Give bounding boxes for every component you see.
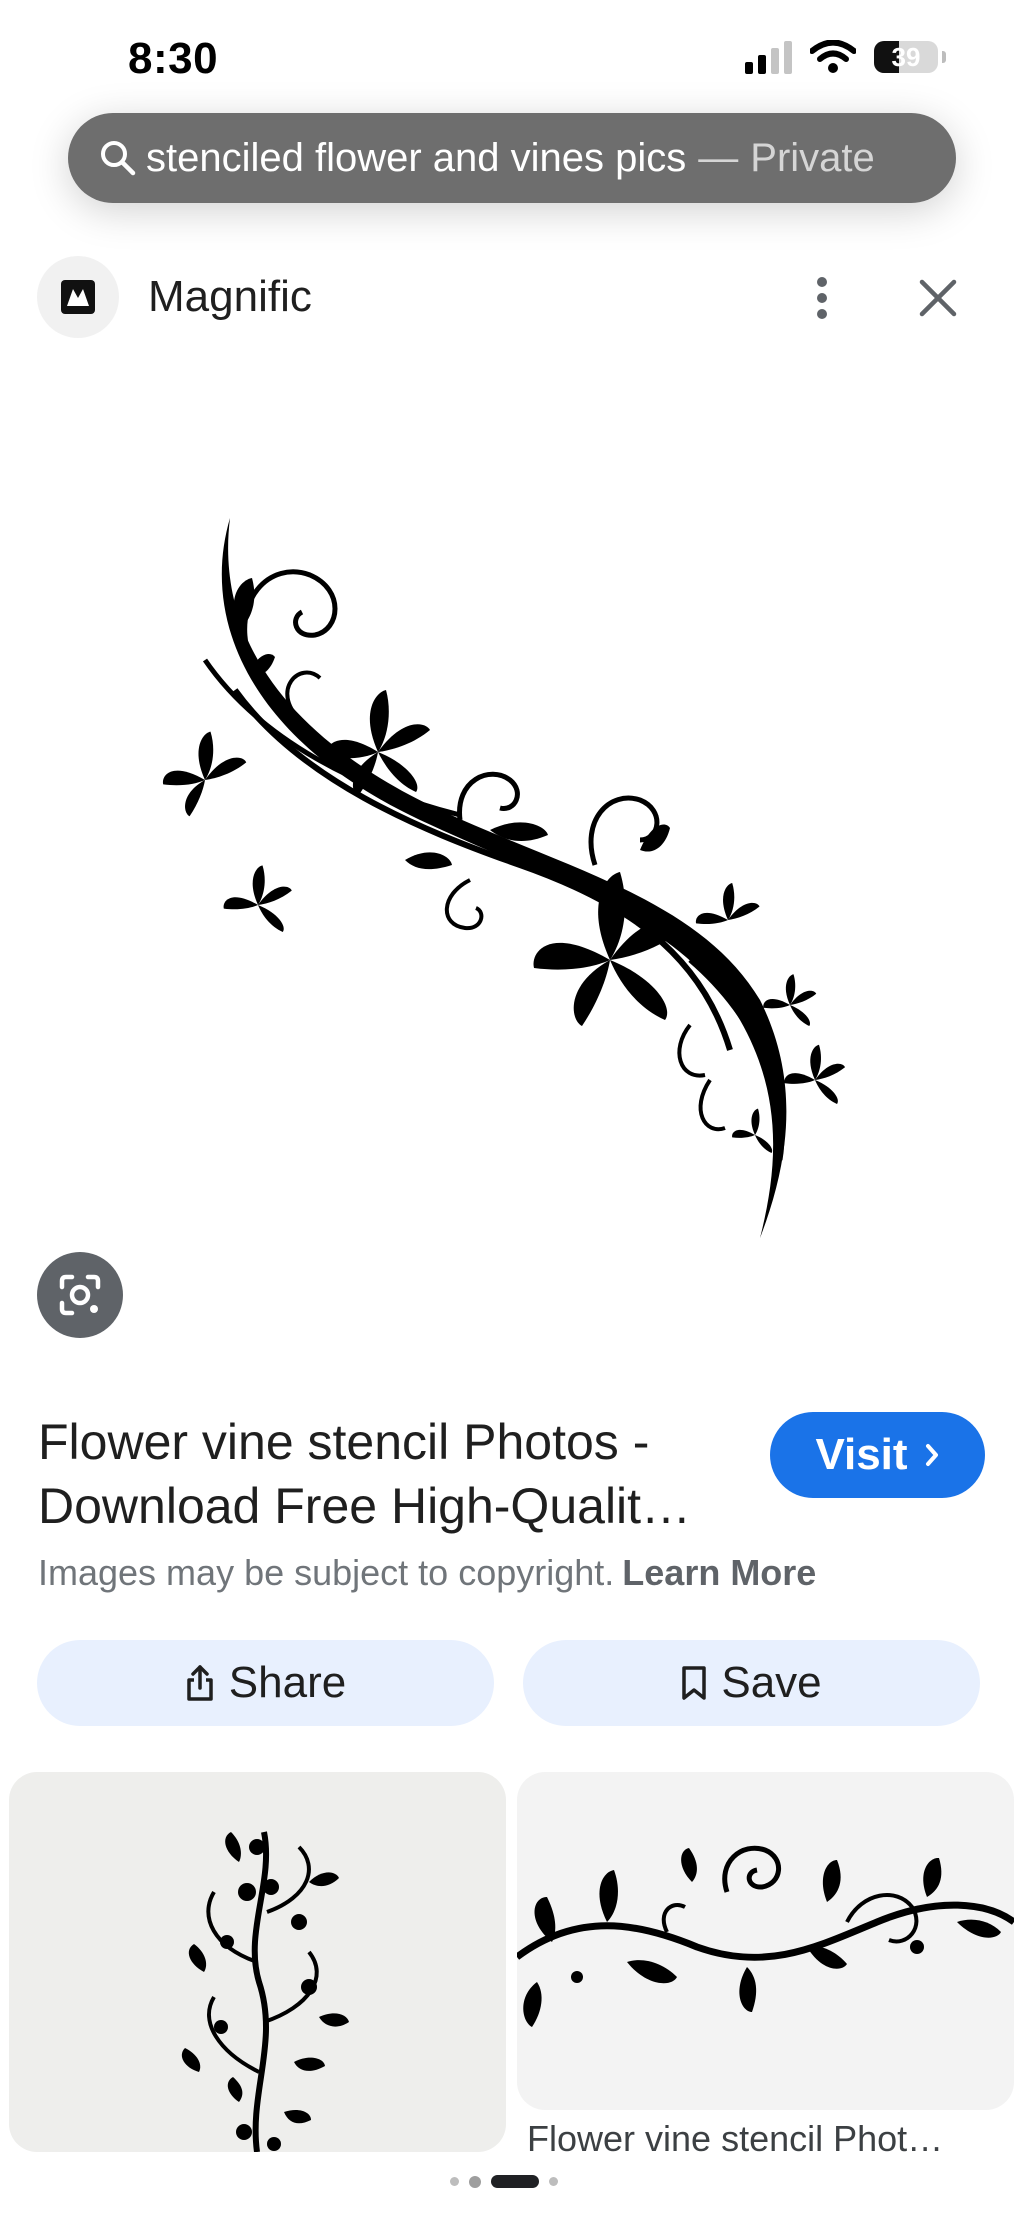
page-dot	[549, 2177, 558, 2186]
status-time: 8:30	[128, 34, 219, 83]
copyright-text: Images may be subject to copyright.	[38, 1552, 615, 1593]
close-icon	[919, 279, 957, 317]
search-icon	[101, 141, 136, 176]
result-title-line-2: Download Free High-Qualit…	[38, 1478, 692, 1534]
related-result-1[interactable]	[9, 1772, 506, 2152]
result-title-line-1: Flower vine stencil Photos -	[38, 1414, 650, 1470]
more-options-button[interactable]	[800, 268, 844, 328]
related-image-vine-tree	[181, 1831, 349, 2152]
page-dot-active	[491, 2175, 539, 2188]
result-title[interactable]: Flower vine stencil Photos - Download Fr…	[38, 1410, 738, 1538]
private-mode-label: Private	[750, 135, 875, 180]
share-icon	[187, 1665, 213, 1701]
lens-icon	[59, 1274, 101, 1316]
learn-more-link[interactable]: Learn More	[622, 1552, 816, 1593]
search-bar[interactable]: stenciled flower and vines pics — Privat…	[68, 113, 956, 203]
status-bar: 8:30 39	[0, 0, 1024, 110]
copyright-notice: Images may be subject to copyright. Learn…	[38, 1552, 816, 1594]
bookmark-icon	[682, 1666, 707, 1700]
wifi-icon	[810, 40, 856, 73]
visit-button[interactable]: Visit	[770, 1412, 985, 1498]
battery-nub	[942, 51, 946, 63]
main-image-flower-vine-stencil[interactable]	[0, 360, 1024, 1260]
close-button[interactable]	[910, 270, 966, 326]
google-lens-button[interactable]	[37, 1252, 123, 1338]
search-query: stenciled flower and vines pics	[146, 135, 687, 180]
page-dot	[450, 2177, 459, 2186]
related-result-2[interactable]	[517, 1772, 1014, 2110]
chevron-right-icon	[925, 1444, 938, 1466]
source-name[interactable]: Magnific	[148, 272, 312, 322]
source-favicon[interactable]	[37, 256, 119, 338]
source-header: Magnific	[0, 250, 1024, 350]
save-label: Save	[721, 1658, 822, 1707]
related-image-vine-border	[517, 1845, 1014, 2027]
save-button[interactable]: Save	[523, 1640, 980, 1726]
share-label: Share	[228, 1658, 347, 1707]
status-icons: 39	[745, 40, 946, 74]
share-button[interactable]: Share	[37, 1640, 494, 1726]
search-separator: —	[698, 135, 739, 180]
cellular-signal-icon	[745, 40, 792, 74]
visit-label: Visit	[815, 1430, 908, 1479]
flower-vine-stencil-image	[162, 518, 845, 1238]
battery-icon: 39	[874, 41, 938, 73]
battery-percent: 39	[891, 42, 921, 72]
more-vertical-icon	[817, 277, 827, 319]
magnific-logo-icon	[61, 280, 95, 314]
page-indicator	[450, 2175, 558, 2188]
page-dot	[469, 2175, 481, 2188]
